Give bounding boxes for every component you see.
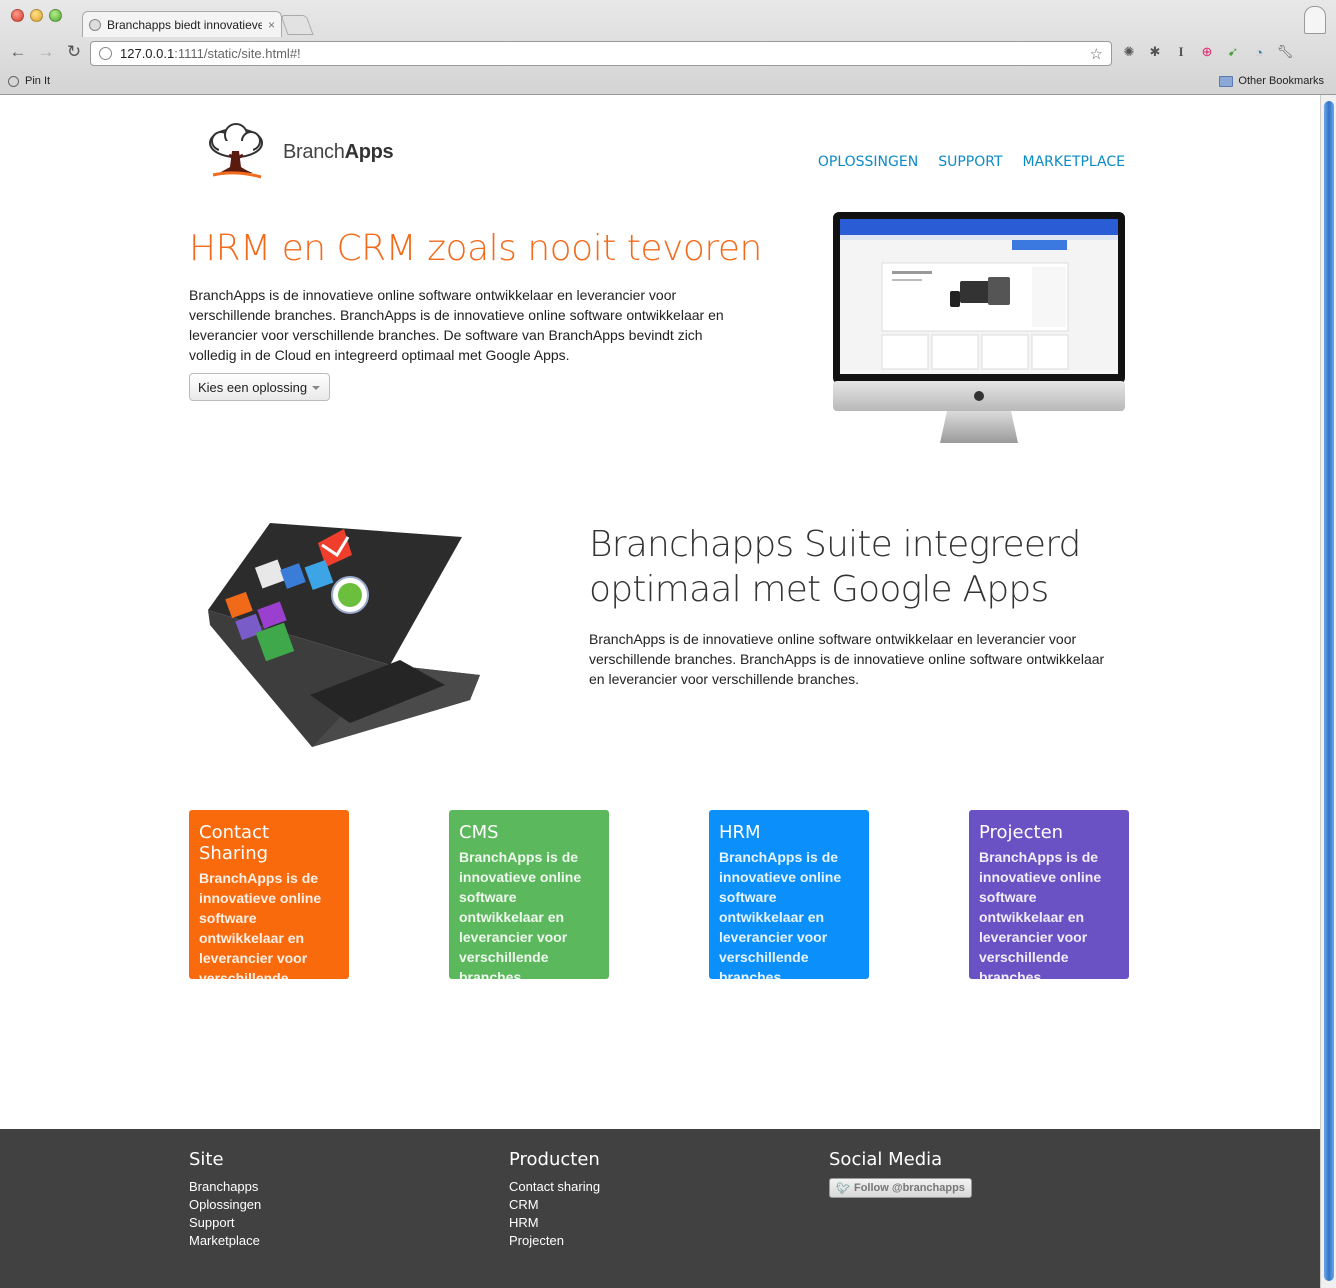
card-text: BranchApps is de innovatieve online soft… bbox=[459, 849, 582, 985]
dropdown-label: Kies een oplossing bbox=[198, 379, 308, 395]
laptop-image bbox=[208, 523, 480, 747]
footer-link[interactable]: Support bbox=[189, 1214, 261, 1232]
twitter-icon: 🐦︎ bbox=[836, 1182, 850, 1195]
window-controls bbox=[11, 9, 62, 22]
card-projecten[interactable]: Projecten BranchApps is de innovatieve o… bbox=[969, 810, 1129, 985]
browser-tab[interactable]: Branchapps biedt innovatieve × bbox=[82, 11, 282, 37]
footer-link[interactable]: HRM bbox=[509, 1214, 600, 1232]
tree-logo-icon bbox=[209, 123, 263, 179]
scrollbar-thumb[interactable] bbox=[1324, 101, 1334, 1281]
suite-title: Branchapps Suite integreerd optimaal met… bbox=[589, 524, 1081, 610]
footer-link[interactable]: Projecten bbox=[509, 1232, 600, 1250]
nav-support[interactable]: SUPPORT bbox=[938, 154, 1002, 170]
folder-icon bbox=[1219, 75, 1234, 87]
suite-text: BranchApps is de innovatieve online soft… bbox=[589, 631, 1105, 687]
extension-icons: ✺ ✱ I ⊕ ➹ ◔ 🔧︎ bbox=[1120, 43, 1294, 61]
footer-heading: Producten bbox=[509, 1149, 600, 1170]
logo[interactable]: BranchApps bbox=[205, 123, 394, 181]
solution-cards: Contact Sharing BranchApps is de innovat… bbox=[189, 810, 1129, 1006]
close-icon[interactable]: × bbox=[268, 18, 275, 32]
card-contact-sharing[interactable]: Contact Sharing BranchApps is de innovat… bbox=[189, 810, 349, 1006]
footer-producten: Producten Contact sharing CRM HRM Projec… bbox=[509, 1149, 600, 1250]
back-icon[interactable]: ← bbox=[6, 42, 30, 62]
footer-site: Site Branchapps Oplossingen Support Mark… bbox=[189, 1149, 261, 1250]
globe-icon bbox=[99, 47, 112, 60]
pin-icon bbox=[8, 75, 19, 87]
main-nav: OPLOSSINGEN SUPPORT MARKETPLACE bbox=[818, 154, 1125, 170]
minimize-window-button[interactable] bbox=[30, 9, 43, 22]
footer: Site Branchapps Oplossingen Support Mark… bbox=[0, 1129, 1320, 1288]
tab-title: Branchapps biedt innovatieve bbox=[107, 17, 262, 32]
card-text: BranchApps is de innovatieve online soft… bbox=[979, 849, 1102, 985]
bookmarks-bar: Pin It Other Bookmarks bbox=[0, 72, 1336, 94]
card-title: CMS bbox=[459, 822, 499, 843]
url-path: :1111/static/site.html#! bbox=[174, 46, 301, 61]
instapaper-icon[interactable]: I bbox=[1172, 43, 1190, 61]
logo-text: BranchApps bbox=[283, 140, 394, 163]
wrench-icon[interactable]: 🔧︎ bbox=[1276, 43, 1294, 61]
footer-link[interactable]: CRM bbox=[509, 1196, 600, 1214]
scrollbar[interactable] bbox=[1320, 95, 1336, 1288]
footer-link[interactable]: Branchapps bbox=[189, 1178, 261, 1196]
reload-icon[interactable]: ↻ bbox=[62, 42, 86, 62]
card-text: BranchApps is de innovatieve online soft… bbox=[719, 849, 842, 985]
globe-icon bbox=[89, 18, 101, 31]
page: BranchApps OPLOSSINGEN SUPPORT MARKETPLA… bbox=[0, 95, 1320, 1288]
card-cms[interactable]: CMS BranchApps is de innovatieve online … bbox=[449, 810, 609, 985]
plus-circle-icon[interactable]: ⊕ bbox=[1198, 43, 1216, 61]
nav-marketplace[interactable]: MARKETPLACE bbox=[1023, 154, 1125, 170]
card-title: HRM bbox=[719, 822, 761, 843]
footer-heading: Social Media bbox=[829, 1149, 943, 1170]
forward-icon[interactable]: → bbox=[34, 42, 58, 62]
gear-icon[interactable]: ✺ bbox=[1120, 43, 1138, 61]
url-host: 127.0.0.1 bbox=[120, 46, 175, 61]
footer-heading: Site bbox=[189, 1149, 224, 1170]
close-window-button[interactable] bbox=[11, 9, 24, 22]
navigation-buttons: ← → ↻ bbox=[6, 42, 86, 62]
card-hrm[interactable]: HRM BranchApps is de innovatieve online … bbox=[709, 810, 869, 985]
other-bookmarks[interactable]: Other Bookmarks bbox=[1219, 75, 1324, 87]
nav-oplossingen[interactable]: OPLOSSINGEN bbox=[818, 154, 918, 170]
browser-chrome: Branchapps biedt innovatieve × ← → ↻ 127… bbox=[0, 0, 1336, 95]
footer-social: Social Media 🐦︎ Follow @branchapps bbox=[829, 1149, 972, 1198]
footer-link[interactable]: Oplossingen bbox=[189, 1196, 261, 1214]
footer-link[interactable]: Contact sharing bbox=[509, 1178, 600, 1196]
star-icon[interactable]: ☆ bbox=[1090, 45, 1103, 63]
imac-image bbox=[833, 212, 1125, 443]
hero-title: HRM en CRM zoals nooit tevoren bbox=[189, 228, 762, 269]
bookmark-pin-it[interactable]: Pin It bbox=[8, 75, 50, 87]
card-title: Projecten bbox=[979, 822, 1064, 843]
card-title: Contact Sharing bbox=[199, 822, 270, 864]
zoom-window-button[interactable] bbox=[49, 9, 62, 22]
wifi-icon[interactable]: ◔ bbox=[1250, 43, 1268, 61]
bug-icon[interactable]: ✱ bbox=[1146, 43, 1164, 61]
arrow-icon[interactable]: ➹ bbox=[1224, 43, 1242, 61]
new-tab-button[interactable] bbox=[280, 15, 314, 35]
address-bar[interactable]: 127.0.0.1:1111/static/site.html#! ☆ bbox=[90, 41, 1112, 66]
solution-dropdown[interactable]: Kies een oplossing bbox=[189, 373, 330, 401]
chevron-down-icon bbox=[312, 386, 321, 390]
profile-icon[interactable] bbox=[1304, 6, 1326, 34]
hero-text: BranchApps is de innovatieve online soft… bbox=[189, 287, 724, 363]
footer-link[interactable]: Marketplace bbox=[189, 1232, 261, 1250]
twitter-follow-button[interactable]: 🐦︎ Follow @branchapps bbox=[829, 1178, 972, 1198]
card-text: BranchApps is de innovatieve online soft… bbox=[199, 870, 322, 1006]
